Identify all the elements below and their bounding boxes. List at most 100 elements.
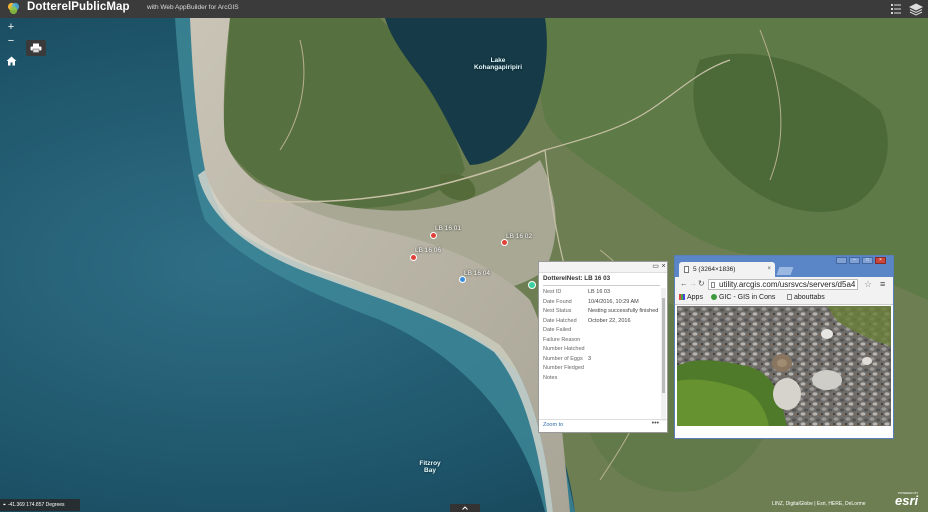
selected-nest-marker[interactable] <box>528 281 536 289</box>
app-root: DotterelPublicMap with Web AppBuilder fo… <box>0 0 928 512</box>
attribute-row: Notes <box>543 375 661 382</box>
minimize-button[interactable]: – <box>849 257 860 264</box>
home-icon[interactable] <box>6 56 17 66</box>
bookmarks-bar: Apps GIC - GIS in Cons abouttabs <box>675 292 893 305</box>
attribute-value: LB 16 03 <box>588 289 611 295</box>
attribute-row: Date Failed <box>543 327 661 334</box>
zoom-out-button[interactable]: − <box>5 35 17 47</box>
nest-marker[interactable] <box>501 239 508 246</box>
tab-close-button[interactable]: × <box>767 262 771 277</box>
nest-label: LB 16 02 <box>506 233 533 240</box>
legend-list-icon[interactable] <box>889 2 903 16</box>
app-logo-icon <box>7 2 20 15</box>
browser-toolbar: ← → ↻ utility.arcgis.com/usrsvcs/servers… <box>675 277 893 292</box>
attribute-value: 3 <box>588 355 592 362</box>
bookmark-label: abouttabs <box>794 294 825 301</box>
nest-photo <box>677 306 891 426</box>
popup-attributes: Nest ID LB 16 03 Date Found 10/4/2016, 10:… <box>543 289 661 421</box>
attribute-key: Date Found <box>543 298 572 305</box>
bookmark-apps[interactable]: Apps <box>679 294 703 301</box>
attribute-key: Failure Reason <box>543 336 581 343</box>
coordinate-text: -41.369 174.857 Degrees <box>7 502 65 508</box>
attribute-key: Number Hatched <box>543 346 585 352</box>
scrollbar-thumb[interactable] <box>662 298 665 393</box>
popup-footer: Zoom to ••• <box>539 419 667 432</box>
browser-tab[interactable]: 5 (3264×1836) × <box>679 262 775 277</box>
zoom-to-link[interactable]: Zoom to <box>543 422 563 428</box>
zoom-in-button[interactable]: + <box>5 21 17 33</box>
attribute-value: October 22, 2016 <box>588 317 631 324</box>
popup-scrollbar[interactable] <box>661 288 666 421</box>
more-options-button[interactable]: ••• <box>652 420 659 427</box>
lake-label: Lake Kohangapiripiri <box>473 57 523 71</box>
attribute-row: Date Found 10/4/2016, 10:29 AM <box>543 299 661 306</box>
attribute-value <box>588 365 661 372</box>
user-icon[interactable] <box>836 257 847 264</box>
bookmark-label: Apps <box>687 294 703 301</box>
forward-icon[interactable]: → <box>689 279 697 288</box>
new-tab-button[interactable] <box>776 267 794 275</box>
back-icon[interactable]: ← <box>680 279 688 288</box>
attribute-value: 10/4/2016, 10:29 AM <box>588 298 639 305</box>
reload-icon[interactable]: ↻ <box>698 279 705 288</box>
browser-bottom-area <box>675 427 893 438</box>
attribute-row: Nest ID LB 16 03 <box>543 289 661 296</box>
print-button[interactable] <box>26 40 46 56</box>
attribute-row: Number of Eggs 3 <box>543 356 661 363</box>
attribute-value <box>588 327 661 334</box>
page-icon <box>684 266 689 273</box>
browser-window: 5 (3264×1836) × – □ × ← → ↻ utility.arcg… <box>674 255 894 439</box>
printer-icon <box>30 43 42 53</box>
app-header: DotterelPublicMap with Web AppBuilder fo… <box>0 0 928 18</box>
layers-icon[interactable] <box>909 2 923 16</box>
app-title: DotterelPublicMap <box>27 1 130 13</box>
attribute-row: Date Hatched October 22, 2016 <box>543 318 661 325</box>
coordinate-display: ⌖ -41.369 174.857 Degrees <box>0 499 80 511</box>
attribute-key: Number Fledged <box>543 365 584 371</box>
attribute-row: Number Hatched <box>543 346 661 353</box>
attribute-key: Number of Eggs <box>543 355 583 362</box>
close-icon[interactable]: × <box>660 263 667 270</box>
app-subtitle: with Web AppBuilder for ArcGIS <box>147 4 239 11</box>
browser-titlebar: 5 (3264×1836) × – □ × <box>675 256 893 277</box>
attribute-value <box>588 346 661 353</box>
bookmark-label: GIC - GIS in Cons <box>719 294 776 301</box>
popup-header: ▭ × <box>539 262 667 273</box>
attribute-key: Notes <box>543 374 558 381</box>
address-bar[interactable]: utility.arcgis.com/usrsvcs/servers/d5a4 <box>708 279 858 290</box>
menu-icon[interactable]: ≡ <box>880 279 885 289</box>
nest-marker[interactable] <box>459 276 466 283</box>
attribute-key: Date Hatched <box>543 317 577 324</box>
crosshair-icon[interactable]: ⌖ <box>3 502 6 508</box>
attribute-row: Nest Status Nesting successfully finished <box>543 308 661 315</box>
nest-label: LB 16 06 <box>415 247 442 254</box>
attribute-key: Nest ID <box>543 289 562 295</box>
bottom-panel-toggle[interactable] <box>450 504 480 512</box>
bookmark-abouttabs[interactable]: abouttabs <box>787 294 825 301</box>
nest-label: LB 16 04 <box>464 270 491 277</box>
gic-icon <box>711 294 717 301</box>
bookmark-star-icon[interactable]: ☆ <box>864 279 872 290</box>
attribute-key: Nest Status <box>543 308 572 314</box>
tab-title: 5 (3264×1836) <box>693 266 736 273</box>
bookmark-gic[interactable]: GIC - GIS in Cons <box>711 294 775 301</box>
nest-marker[interactable] <box>430 232 437 239</box>
maximize-button[interactable]: □ <box>862 257 873 264</box>
window-close-button[interactable]: × <box>875 257 886 264</box>
apps-icon <box>679 294 685 301</box>
attribute-value: Nesting successfully finished <box>588 308 659 314</box>
chevron-up-icon <box>462 506 468 510</box>
maximize-icon[interactable]: ▭ <box>652 263 659 270</box>
page-icon <box>787 294 792 301</box>
url-text: utility.arcgis.com/usrsvcs/servers/d5a4 <box>719 280 856 289</box>
map-attribution: LINZ, DigitalGlobe | Esri, HERE, DeLorme <box>772 501 866 507</box>
page-icon <box>711 282 715 288</box>
nest-marker[interactable] <box>410 254 417 261</box>
attribute-value <box>588 337 661 344</box>
attribute-key: Date Failed <box>543 327 572 333</box>
feature-popup: ▭ × DotterelNest: LB 16 03 Nest ID LB 16 … <box>538 261 668 433</box>
attribute-value <box>588 375 661 382</box>
bay-label: Fitzroy Bay <box>419 460 441 474</box>
attribute-row: Number Fledged <box>543 365 661 372</box>
attribute-row: Failure Reason <box>543 337 661 344</box>
